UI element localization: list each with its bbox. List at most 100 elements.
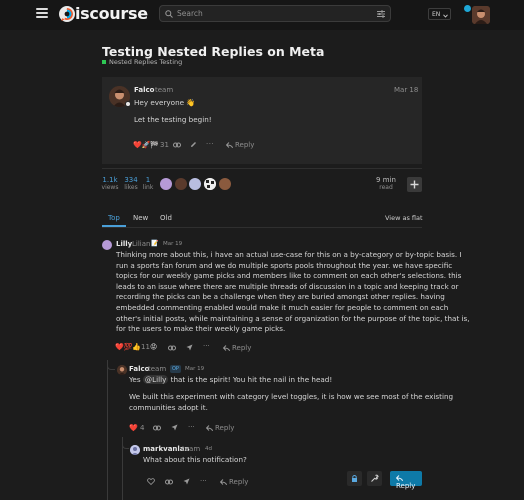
category-link[interactable]: Nested Replies Testing (109, 58, 182, 66)
reactions-icon[interactable]: ❤️🚀🏁 (133, 141, 159, 149)
likes-stat[interactable]: 334 likes (122, 176, 140, 191)
more-options-icon[interactable]: ··· (200, 477, 207, 485)
post-date[interactable]: Mar 18 (394, 86, 418, 94)
post-author[interactable]: Falco (134, 86, 154, 94)
post-body-line: Yes @Lilly that is the spirit! You hit t… (129, 375, 332, 386)
hamburger-menu-icon[interactable] (36, 8, 48, 18)
tab-old[interactable]: Old (160, 214, 172, 222)
text-rest: that is the spirit! You hit the nail in … (170, 375, 333, 384)
post-line: We built this experiment with category l… (129, 392, 454, 401)
more-options-icon[interactable]: ··· (188, 423, 195, 431)
post-date[interactable]: Mar 19 (163, 241, 182, 247)
more-options-icon[interactable]: ··· (203, 342, 210, 350)
thread-line (107, 360, 108, 500)
lock-button[interactable] (347, 471, 362, 486)
post-line: run a sports fan forum and we do multipl… (116, 260, 453, 270)
search-bar[interactable]: Search (159, 5, 391, 22)
reply-arrow-icon[interactable] (222, 345, 230, 353)
boost-icon[interactable] (171, 424, 178, 433)
post-author-role: team (155, 86, 174, 94)
views-stat: 1.1k views (101, 176, 119, 191)
user-avatar[interactable] (472, 6, 490, 24)
reply-arrow-icon[interactable] (225, 142, 233, 150)
reaction-count[interactable]: 11 (141, 343, 150, 351)
reply-arrow-icon (395, 475, 403, 482)
links-count: 1 (145, 176, 151, 184)
links-label: link (142, 184, 154, 191)
flair-icon: 📝 (151, 240, 159, 247)
search-filter-icon[interactable] (376, 9, 386, 21)
post-body-para: We built this experiment with category l… (129, 392, 453, 413)
participant-avatar[interactable] (219, 178, 231, 190)
reply-button[interactable]: Reply (215, 424, 234, 432)
topic-title[interactable]: Testing Nested Replies on Meta (102, 44, 324, 59)
post-date[interactable]: 4d (205, 446, 212, 452)
markvanlan-avatar[interactable] (130, 445, 140, 455)
post-line: for the users to make their weekly game … (116, 324, 286, 334)
post-body: Thinking more about this, i have an actu… (116, 250, 470, 335)
moderator-badge-icon (125, 101, 131, 107)
participant-avatar[interactable] (189, 178, 201, 190)
link-icon[interactable] (168, 345, 176, 353)
tab-new[interactable]: New (133, 214, 148, 222)
tab-top[interactable]: Top (108, 214, 120, 222)
reply-button[interactable]: Reply (229, 478, 248, 486)
post-author-role: team (182, 445, 201, 453)
post-line: recording the picks can be a challenge w… (116, 292, 445, 302)
participant-avatar[interactable] (160, 178, 172, 190)
reply-button[interactable]: Reply (232, 344, 251, 352)
read-time: 9 min (376, 176, 396, 184)
emoji-reaction-icon[interactable]: 😡 (150, 343, 157, 351)
reaction-count[interactable]: 31 (160, 141, 169, 149)
link-icon[interactable] (173, 142, 181, 150)
post-author[interactable]: Lilly (116, 240, 132, 248)
topic-reply-label: Reply (396, 482, 416, 490)
notification-badge[interactable] (464, 5, 471, 12)
post-body: What about this notification? (143, 455, 247, 464)
view-as-flat-link[interactable]: View as flat (385, 214, 423, 222)
post-author[interactable]: Falco (129, 365, 149, 373)
more-options-icon[interactable]: ··· (206, 140, 214, 148)
expand-summary-button[interactable] (407, 177, 422, 192)
falco-avatar[interactable] (117, 365, 127, 375)
post-line: other's initial posts, while maintaining… (116, 313, 470, 323)
links-stat[interactable]: 1 link (142, 176, 154, 191)
language-selector[interactable]: EN (428, 8, 451, 20)
reaction-count[interactable]: 4 (140, 424, 144, 432)
post-line: embedded commenting enabled would make i… (116, 302, 449, 312)
edit-icon[interactable] (190, 141, 197, 150)
divider (102, 227, 422, 228)
like-icon[interactable] (147, 478, 155, 487)
reply-arrow-icon[interactable] (205, 425, 213, 433)
op-badge: OP (170, 365, 181, 373)
user-mention[interactable]: @Lilly (142, 375, 169, 384)
lilly-avatar[interactable] (102, 240, 112, 250)
link-icon[interactable] (153, 425, 161, 433)
post-date[interactable]: Mar 19 (185, 366, 204, 372)
logo-wordmark[interactable]: iscourse (75, 4, 148, 23)
post-line: topics for our weekly game picks and mem… (116, 271, 462, 281)
heart-icon[interactable]: ❤️ (129, 424, 138, 432)
reply-arrow-icon[interactable] (219, 479, 227, 487)
boost-icon[interactable] (186, 344, 193, 353)
post-body: Let the testing begin! (134, 115, 212, 124)
reply-button[interactable]: Reply (235, 141, 254, 149)
topic-reply-button[interactable]: Reply (390, 471, 422, 490)
participant-avatar[interactable] (175, 178, 187, 190)
language-label: EN (432, 11, 441, 18)
post-author-role: team (148, 365, 167, 373)
chevron-down-icon (443, 13, 448, 20)
search-input[interactable]: Search (177, 9, 203, 18)
views-label: views (101, 184, 119, 191)
discourse-logo-icon[interactable] (58, 5, 76, 23)
likes-count: 334 (124, 176, 138, 184)
reactions-icon[interactable]: ❤️💯👍 (115, 343, 141, 351)
read-time-stat: 9 min read (374, 176, 398, 191)
link-icon[interactable] (165, 479, 173, 487)
wrench-icon[interactable] (367, 471, 382, 486)
thread-connector (107, 362, 115, 370)
divider (102, 168, 422, 169)
participant-avatar[interactable] (204, 178, 216, 190)
boost-icon[interactable] (183, 478, 190, 487)
read-label: read (379, 184, 393, 191)
